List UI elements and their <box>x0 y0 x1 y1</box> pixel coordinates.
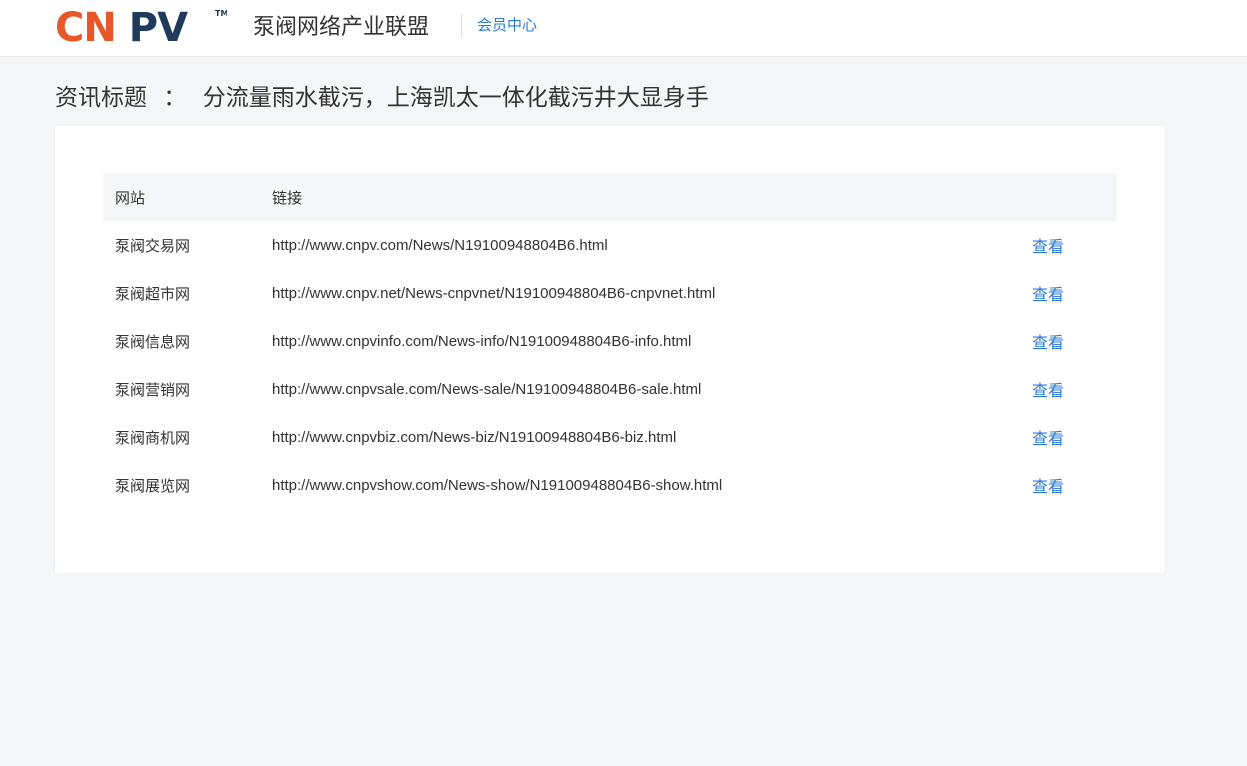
top-header: CN PV TM 泵阀网络产业联盟 会员中心 <box>0 0 1247 57</box>
site-name-cell: 泵阀营销网 <box>115 381 191 399</box>
url-cell: http://www.cnpvbiz.com/News-biz/N1910094… <box>272 428 677 446</box>
title-label: 资讯标题 <box>55 84 147 110</box>
logo-tm-mark: TM <box>215 9 227 18</box>
logo-letters-pv: PV <box>129 7 188 45</box>
logo-letters-cn: CN <box>55 7 116 45</box>
table-row: 泵阀展览网 http://www.cnpvshow.com/News-show/… <box>103 461 1117 509</box>
url-cell: http://www.cnpvshow.com/News-show/N19100… <box>272 476 723 494</box>
title-separator: ： <box>163 84 187 110</box>
member-center-link[interactable]: 会员中心 <box>477 16 537 36</box>
table-header-row: 网站 链接 <box>103 173 1117 221</box>
column-header-site: 网站 <box>115 189 146 207</box>
site-name-cell: 泵阀信息网 <box>115 333 191 351</box>
url-cell: http://www.cnpvsale.com/News-sale/N19100… <box>272 380 702 398</box>
title-text: 分流量雨水截污，上海凯太一体化截污井大显身手 <box>202 84 709 110</box>
column-header-link: 链接 <box>272 189 303 207</box>
table-row: 泵阀交易网 http://www.cnpv.com/News/N19100948… <box>103 221 1117 269</box>
links-card: 网站 链接 泵阀交易网 http://www.cnpv.com/News/N19… <box>55 126 1165 573</box>
view-link[interactable]: 查看 <box>1032 479 1064 496</box>
site-name-cell: 泵阀展览网 <box>115 477 191 495</box>
url-cell: http://www.cnpvinfo.com/News-info/N19100… <box>272 332 692 350</box>
view-link[interactable]: 查看 <box>1032 287 1064 304</box>
table-row: 泵阀商机网 http://www.cnpvbiz.com/News-biz/N1… <box>103 413 1117 461</box>
view-link[interactable]: 查看 <box>1032 239 1064 256</box>
site-name-cell: 泵阀超市网 <box>115 285 191 303</box>
page-title: 资讯标题 ： 分流量雨水截污，上海凯太一体化截污井大显身手 <box>55 82 709 112</box>
site-name: 泵阀网络产业联盟 <box>253 14 430 39</box>
svg-text:CN PV: CN PV <box>55 7 188 45</box>
column-header-action <box>1032 173 1117 221</box>
table-row: 泵阀营销网 http://www.cnpvsale.com/News-sale/… <box>103 365 1117 413</box>
site-name-cell: 泵阀交易网 <box>115 237 191 255</box>
url-cell: http://www.cnpv.net/News-cnpvnet/N191009… <box>272 284 716 302</box>
header-divider <box>461 14 462 38</box>
view-link[interactable]: 查看 <box>1032 383 1064 400</box>
view-link[interactable]: 查看 <box>1032 335 1064 352</box>
site-name-cell: 泵阀商机网 <box>115 429 191 447</box>
links-table: 网站 链接 泵阀交易网 http://www.cnpv.com/News/N19… <box>103 173 1117 509</box>
cnpv-logo[interactable]: CN PV TM <box>55 7 227 45</box>
view-link[interactable]: 查看 <box>1032 431 1064 448</box>
table-row: 泵阀信息网 http://www.cnpvinfo.com/News-info/… <box>103 317 1117 365</box>
table-row: 泵阀超市网 http://www.cnpv.net/News-cnpvnet/N… <box>103 269 1117 317</box>
url-cell: http://www.cnpv.com/News/N19100948804B6.… <box>272 236 608 254</box>
